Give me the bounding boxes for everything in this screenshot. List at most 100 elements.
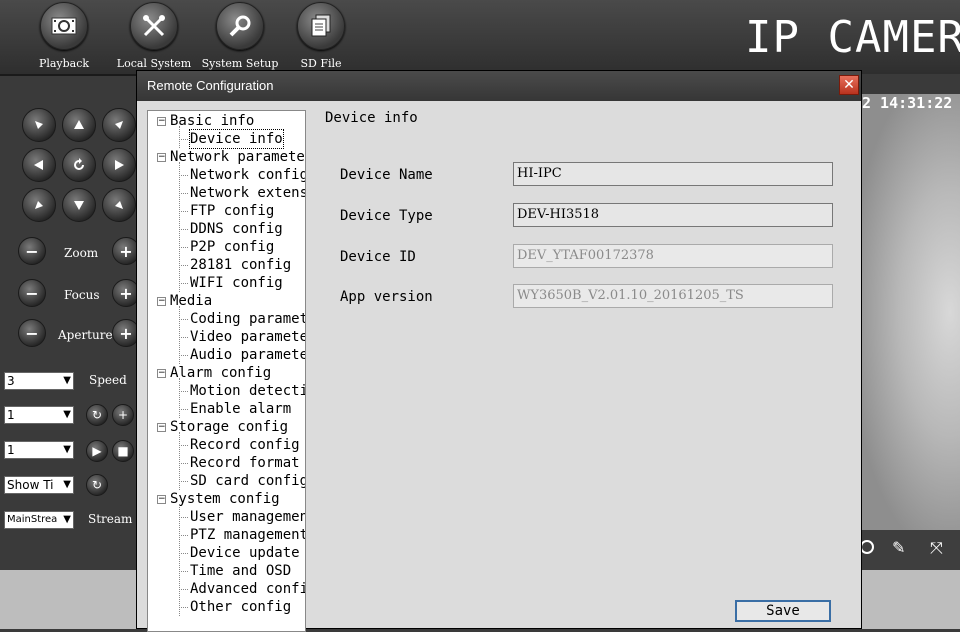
- tools-icon: [130, 2, 178, 50]
- system-setup-button[interactable]: System Setup: [197, 2, 283, 70]
- stream-select[interactable]: MainStrea ▼: [4, 511, 74, 529]
- video-view: 2 14:31:22 ✎ ⤧: [860, 74, 960, 570]
- tree-connector: [179, 211, 188, 212]
- speed-value: 3: [7, 374, 15, 388]
- section-title: Device info: [325, 110, 418, 126]
- tree-item[interactable]: Coding paramet: [190, 310, 305, 328]
- tree-item[interactable]: Motion detecti: [190, 382, 305, 400]
- tree-item[interactable]: FTP config: [190, 202, 274, 220]
- tree-item[interactable]: Network extens: [190, 184, 305, 202]
- cruise-play-button[interactable]: ▶: [86, 440, 108, 462]
- ptz-auto-button[interactable]: [62, 148, 96, 182]
- microphone-icon[interactable]: ✎: [892, 538, 905, 557]
- stream-label: Stream: [88, 512, 133, 526]
- tree-item[interactable]: Record format: [190, 454, 300, 472]
- focus-label: Focus: [64, 288, 100, 302]
- fullscreen-icon[interactable]: ⤧: [930, 538, 943, 558]
- ptz-down-left-button[interactable]: [22, 188, 56, 222]
- tree-item[interactable]: Video paramete: [190, 328, 305, 346]
- tree-item[interactable]: P2P config: [190, 238, 274, 256]
- ptz-up-button[interactable]: [62, 108, 96, 142]
- device-name-label: Device Name: [340, 167, 433, 183]
- tree-item[interactable]: SD card config: [190, 472, 305, 490]
- ptz-up-left-button[interactable]: [22, 108, 56, 142]
- tree-connector: [179, 589, 188, 590]
- preset-add-button[interactable]: +: [112, 404, 134, 426]
- tree-item[interactable]: Time and OSD: [190, 562, 291, 580]
- display-select[interactable]: Show Ti ▼: [4, 476, 74, 494]
- collapse-icon[interactable]: −: [157, 495, 166, 504]
- cruise-select[interactable]: 1 ▼: [4, 441, 74, 459]
- local-system-label: Local System: [116, 57, 192, 70]
- device-id-field: DEV_YTAF00172378: [513, 244, 833, 268]
- record-icon[interactable]: [860, 540, 874, 554]
- remote-configuration-dialog: Remote Configuration ✕ Basic info − Device…: [136, 70, 862, 632]
- ptz-up-right-button[interactable]: [102, 108, 136, 142]
- brand-title: IP CAMERA: [745, 12, 960, 63]
- local-system-button[interactable]: Local System: [111, 2, 197, 70]
- tree-item[interactable]: Network config: [190, 166, 305, 184]
- app-version-field: WY3650B_V2.01.10_20161205_TS: [513, 284, 833, 308]
- tree-connector: [179, 481, 188, 482]
- collapse-icon[interactable]: −: [157, 153, 166, 162]
- cruise-stop-button[interactable]: ■: [112, 440, 134, 462]
- tree-item[interactable]: Device info: [189, 129, 284, 149]
- tree-group[interactable]: Network paramete: [170, 148, 305, 166]
- sd-file-label: SD File: [300, 57, 342, 70]
- tree-item[interactable]: DDNS config: [190, 220, 283, 238]
- system-setup-label: System Setup: [201, 57, 279, 70]
- tree-connector: [179, 175, 188, 176]
- preset-call-button[interactable]: ↻: [86, 404, 108, 426]
- tree-group[interactable]: System config: [170, 490, 280, 508]
- tree-connector: [179, 319, 188, 320]
- tree-connector: [179, 504, 180, 616]
- collapse-icon[interactable]: −: [157, 297, 166, 306]
- tree-group[interactable]: Storage config: [170, 418, 288, 436]
- tree-item[interactable]: Device update: [190, 544, 300, 562]
- playback-button[interactable]: Playback: [21, 2, 107, 70]
- app-version-label: App version: [340, 289, 433, 305]
- save-button[interactable]: Save: [735, 600, 831, 622]
- film-reel-icon: [40, 2, 88, 50]
- tree-item[interactable]: Audio paramete: [190, 346, 305, 364]
- preset-select[interactable]: 1 ▼: [4, 406, 74, 424]
- device-type-field[interactable]: DEV-HI3518: [513, 203, 833, 227]
- tree-connector: [179, 126, 180, 148]
- ptz-down-button[interactable]: [62, 188, 96, 222]
- tree-item[interactable]: PTZ management: [190, 526, 305, 544]
- collapse-icon[interactable]: −: [157, 117, 166, 126]
- ptz-control-panel: − Zoom + − Focus + − Aperture + 3 ▼ Speed…: [0, 76, 140, 570]
- video-frame[interactable]: [860, 94, 960, 530]
- close-button[interactable]: ✕: [839, 75, 859, 95]
- sd-file-button[interactable]: SD File: [278, 2, 364, 70]
- zoom-out-button[interactable]: −: [18, 237, 46, 265]
- device-info-panel: Device info Device Name HI-IPC Device Ty…: [315, 110, 855, 630]
- tree-item[interactable]: Record config: [190, 436, 300, 454]
- tree-item[interactable]: User managemen: [190, 508, 305, 526]
- tree-item[interactable]: Enable alarm: [190, 400, 291, 418]
- ptz-left-button[interactable]: [22, 148, 56, 182]
- tree-item[interactable]: 28181 config: [190, 256, 291, 274]
- tree-group[interactable]: Media: [170, 292, 212, 310]
- speed-select[interactable]: 3 ▼: [4, 372, 74, 390]
- tree-item[interactable]: WIFI config: [190, 274, 283, 292]
- tree-group[interactable]: Basic info: [170, 112, 254, 130]
- tree-group[interactable]: Alarm config: [170, 364, 271, 382]
- ptz-down-right-button[interactable]: [102, 188, 136, 222]
- tree-connector: [179, 247, 188, 248]
- tree-item[interactable]: Advanced confi: [190, 580, 305, 598]
- focus-out-button[interactable]: −: [18, 279, 46, 307]
- device-name-field[interactable]: HI-IPC: [513, 162, 833, 186]
- speed-label: Speed: [89, 373, 127, 387]
- chevron-down-icon: ▼: [63, 444, 71, 455]
- tree-item[interactable]: Other config: [190, 598, 291, 616]
- ptz-right-button[interactable]: [102, 148, 136, 182]
- collapse-icon[interactable]: −: [157, 369, 166, 378]
- collapse-icon[interactable]: −: [157, 423, 166, 432]
- tree-connector: [179, 432, 180, 490]
- display-refresh-button[interactable]: ↻: [86, 474, 108, 496]
- tree-connector: [179, 409, 188, 410]
- tree-connector: [179, 463, 188, 464]
- aperture-close-button[interactable]: −: [18, 319, 46, 347]
- aperture-label: Aperture: [58, 328, 113, 342]
